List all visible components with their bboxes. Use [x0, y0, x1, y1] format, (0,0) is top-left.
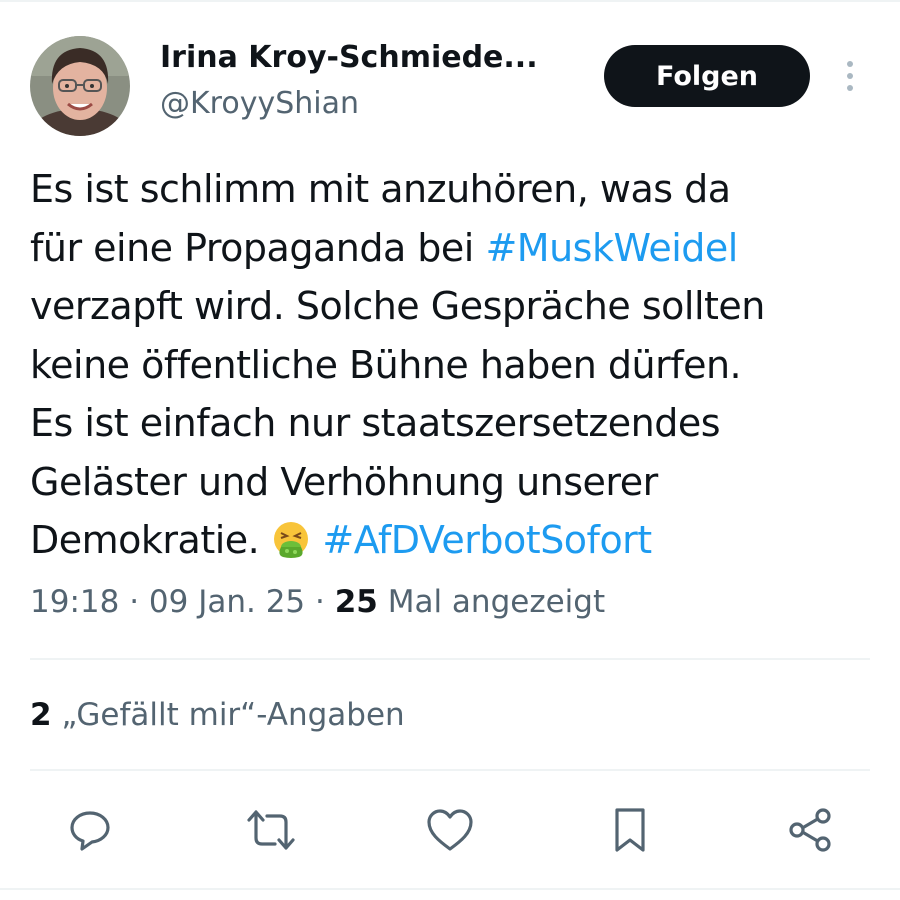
divider: [30, 769, 870, 771]
face-vomiting-emoji: [271, 517, 311, 558]
retweet-button[interactable]: [241, 800, 301, 860]
reply-icon: [70, 811, 110, 851]
tweet-line: Es ist schlimm mit anzuhören, was da: [30, 167, 731, 211]
retweet-icon: [247, 810, 295, 850]
likes-count: 2: [30, 697, 52, 733]
avatar-photo: [30, 36, 130, 136]
tweet-text: Es ist schlimm mit anzuhören, was da für…: [30, 160, 870, 570]
tweet-line: keine öffentliche Bühne haben dürfen.: [30, 342, 742, 387]
avatar[interactable]: [30, 36, 130, 136]
more-vertical-icon[interactable]: [835, 56, 865, 96]
hashtag-link[interactable]: #AfDVerbotSofort: [322, 518, 652, 562]
bookmark-button[interactable]: [600, 800, 660, 860]
share-icon: [789, 808, 831, 852]
likes-summary[interactable]: 2 „Gefällt mir“-Angaben: [30, 697, 405, 733]
bottom-divider: [0, 888, 900, 890]
tweet-line: Demokratie. #AfDVerbotSofort: [30, 511, 870, 570]
heart-icon: [427, 809, 473, 851]
tweet-line: für eine Propaganda bei #MuskWeidel: [30, 219, 870, 278]
likes-label: „Gefällt mir“-Angaben: [51, 697, 405, 733]
hashtag-link[interactable]: #MuskWeidel: [485, 226, 738, 270]
tweet-date[interactable]: 09 Jan. 25: [149, 584, 305, 620]
share-button[interactable]: [780, 800, 840, 860]
like-button[interactable]: [420, 800, 480, 860]
views-count: 25: [334, 584, 378, 620]
tweet-line-text: für eine Propaganda bei: [30, 225, 486, 270]
follow-button[interactable]: Folgen: [604, 45, 810, 107]
top-divider: [0, 0, 900, 2]
author-display-name[interactable]: Irina Kroy-Schmiede...: [160, 40, 538, 75]
author-handle[interactable]: @KroyyShian: [160, 86, 359, 121]
tweet-line: verzapft wird. Solche Gespräche sollten: [30, 284, 765, 328]
tweet-time[interactable]: 19:18: [30, 584, 119, 620]
meta-separator: ·: [119, 584, 149, 620]
tweet-line-text: Demokratie.: [30, 518, 271, 562]
tweet-meta: 19:18 · 09 Jan. 25 · 25 Mal angezeigt: [30, 584, 605, 620]
bookmark-icon: [615, 808, 645, 852]
tweet-line: Es ist einfach nur staatszersetzendes: [30, 401, 721, 445]
meta-separator: ·: [305, 584, 335, 620]
divider: [30, 658, 870, 660]
reply-button[interactable]: [60, 800, 120, 860]
views-label: Mal angezeigt: [377, 584, 606, 620]
tweet-line: Geläster und Verhöhnung unserer: [30, 459, 658, 504]
